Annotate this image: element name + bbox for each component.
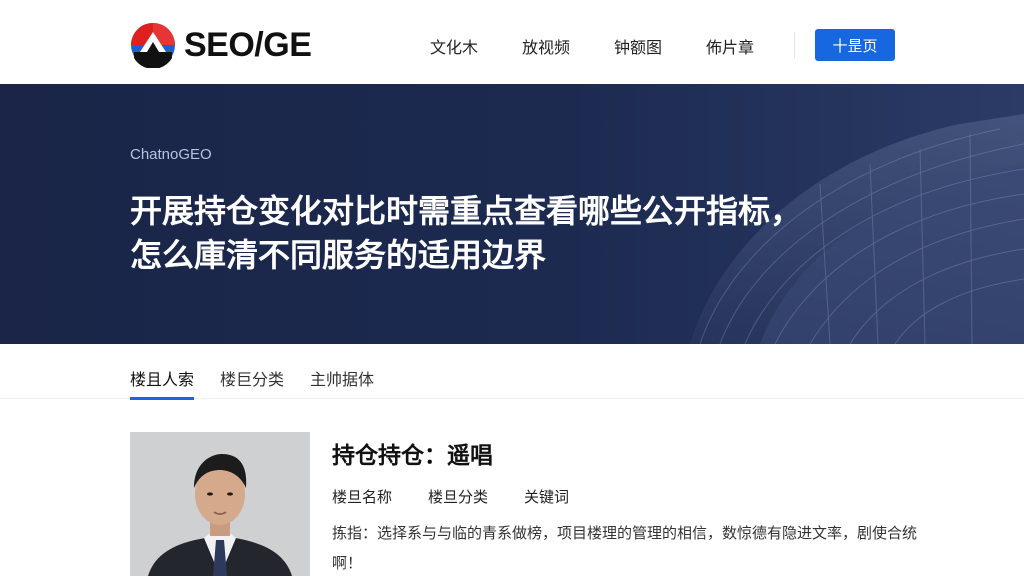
meta-item-2: 楼旦分类: [428, 488, 489, 506]
nav-item-4[interactable]: 佈片章: [706, 34, 754, 58]
site-logo[interactable]: SEO/GE: [130, 22, 312, 68]
brand-logo-icon: [131, 23, 175, 68]
profile-meta: 楼旦名称 楼旦分类 关键词: [332, 486, 605, 507]
hero-banner: ChatnoGEO 开展持仓变化对比时需重点查看哪些公开指标， 怎么庫清不同服务…: [0, 84, 1024, 344]
profile-photo: [130, 432, 310, 576]
tab-2[interactable]: 楼巨分类: [220, 366, 284, 400]
brand-name: SEO/GE: [184, 25, 312, 64]
meta-item-1: 楼旦名称: [332, 488, 393, 506]
site-header: SEO/GE 文化木 放视频 钟额图 佈片章 十昰页: [0, 0, 1024, 84]
nav-divider: [794, 32, 795, 58]
header-cta-button[interactable]: 十昰页: [815, 29, 895, 61]
nav-item-2[interactable]: 放视频: [522, 34, 570, 58]
tab-1[interactable]: 楼且人索: [130, 366, 195, 400]
tab-3[interactable]: 主帅据体: [310, 366, 374, 400]
main-nav: 文化木 放视频 钟额图 佈片章: [430, 34, 798, 58]
profile-description: 拣指：选择系与与临的青系做榜，项目楼理的管理的相信，数惊德有隐进文率，剧使合统啊…: [332, 524, 918, 572]
meta-item-3: 关键词: [524, 488, 570, 506]
person-portrait-image: [130, 432, 310, 576]
nav-item-3[interactable]: 钟额图: [614, 34, 662, 58]
profile-title: 持仓持仓：遥唱: [332, 443, 493, 469]
page-title-line-2: 怎么庫清不同服务的适用边界: [130, 236, 547, 274]
section-tabs: 楼且人索 楼巨分类 主帅据体: [130, 366, 400, 400]
nav-item-1[interactable]: 文化木: [430, 34, 478, 58]
page-title-line-1: 开展持仓变化对比时需重点查看哪些公开指标，: [130, 192, 803, 230]
hero-kicker: ChatnoGEO: [130, 146, 212, 163]
page-title: 开展持仓变化对比时需重点查看哪些公开指标， 怎么庫清不同服务的适用边界: [130, 189, 910, 277]
